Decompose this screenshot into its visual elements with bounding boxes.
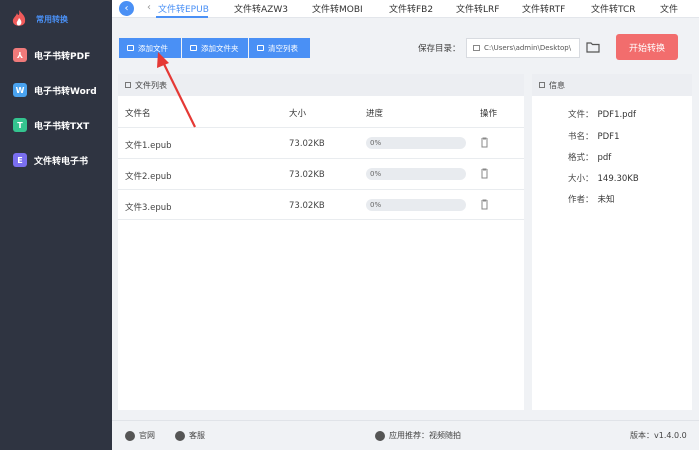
info-value: 149.30KB — [597, 174, 639, 184]
add-file-label: 添加文件 — [138, 43, 168, 53]
progress-bar: 0% — [366, 168, 466, 180]
file-list-header: 文件列表 — [118, 74, 524, 96]
trash-icon[interactable] — [480, 168, 489, 179]
file-list-title: 文件列表 — [135, 80, 167, 90]
info-panel: 信息 文件： PDF1.pdf 书名： PDF1 格式： pdf 大小： 149.30K… — [532, 74, 692, 410]
folder-small-icon — [473, 45, 480, 51]
sidebar-item-label: 电子书转TXT — [34, 121, 90, 132]
chat-icon — [175, 430, 185, 441]
recommend-icon — [375, 430, 385, 441]
pdf-icon: ⅄ — [13, 48, 27, 62]
website-label: 官网 — [139, 431, 155, 440]
sidebar-item-ebook-to-txt[interactable]: T 电子书转TXT — [0, 113, 112, 137]
column-header-action: 操作 — [480, 109, 498, 119]
table-row[interactable]: 文件3.epub 73.02KB 0% — [118, 189, 524, 220]
info-file: 文件： PDF1.pdf — [568, 108, 636, 120]
support-link[interactable]: 客服 — [175, 430, 205, 441]
active-tab-underline — [156, 16, 208, 18]
info-format: 格式： pdf — [568, 151, 611, 163]
info-title: 信息 — [549, 80, 565, 90]
file-size: 73.02KB — [289, 170, 325, 180]
column-header-name: 文件名 — [125, 109, 151, 119]
sidebar-item-label: 电子书转PDF — [34, 51, 91, 62]
flame-logo-icon — [12, 10, 26, 26]
save-directory-label: 保存目录： — [418, 44, 461, 54]
info-label: 大小： — [568, 174, 594, 184]
tab-file-to-mobi[interactable]: 文件转MOBI — [312, 2, 363, 15]
sidebar-item-ebook-to-pdf[interactable]: ⅄ 电子书转PDF — [0, 43, 112, 67]
file-size: 73.02KB — [289, 201, 325, 211]
file-name: 文件3.epub — [125, 203, 172, 213]
info-header: 信息 — [532, 74, 692, 96]
version-label: 版本：v1.4.0.0 — [630, 431, 687, 440]
add-folder-label: 添加文件夹 — [201, 43, 239, 53]
app-logo: 常用转换 — [8, 6, 68, 32]
progress-bar: 0% — [366, 137, 466, 149]
ebook-icon: E — [13, 153, 27, 167]
app-recommend-label: 应用推荐：视频随拍 — [389, 431, 461, 440]
version-text: 版本：v1.4.0.0 — [630, 430, 687, 441]
info-label: 书名： — [568, 132, 594, 142]
add-file-button[interactable]: 添加文件 — [119, 38, 181, 58]
table-row[interactable]: 文件2.epub 73.02KB 0% — [118, 158, 524, 189]
info-label: 作者： — [568, 195, 594, 205]
tab-file-to-fb2[interactable]: 文件转FB2 — [389, 2, 433, 15]
list-header-icon — [125, 82, 131, 88]
add-folder-button[interactable]: 添加文件夹 — [182, 38, 248, 58]
info-author: 作者： 未知 — [568, 193, 615, 205]
tab-file-to-lrf[interactable]: 文件转LRF — [456, 2, 499, 15]
txt-icon: T — [13, 118, 27, 132]
info-book-name: 书名： PDF1 — [568, 130, 619, 142]
sidebar-item-label: 文件转电子书 — [34, 156, 89, 167]
start-convert-button[interactable]: 开始转换 — [616, 34, 678, 60]
back-button[interactable]: ‹ — [119, 1, 134, 16]
sidebar-item-ebook-to-word[interactable]: W 电子书转Word — [0, 78, 112, 102]
table-row[interactable]: 文件1.epub 73.02KB 0% — [118, 127, 524, 158]
tab-file-to-epub[interactable]: 文件转EPUB — [158, 2, 209, 15]
save-path-value: C:\Users\admin\Desktop\ — [484, 44, 572, 52]
file-size: 73.02KB — [289, 139, 325, 149]
file-name: 文件2.epub — [125, 172, 172, 182]
folder-icon — [190, 45, 197, 51]
file-list-panel: 文件列表 文件名 大小 进度 操作 文件1.epub 73.02KB 0% 文件… — [118, 74, 524, 410]
column-header-size: 大小 — [289, 109, 307, 119]
tab-bar: ‹ ‹ 文件转EPUB 文件转AZW3 文件转MOBI 文件转FB2 文件转LR… — [112, 0, 699, 18]
sidebar-item-file-to-ebook[interactable]: E 文件转电子书 — [0, 148, 112, 172]
tab-file-to-azw3[interactable]: 文件转AZW3 — [234, 2, 288, 15]
sidebar: 常用转换 ⅄ 电子书转PDF W 电子书转Word T 电子书转TXT E 文件… — [0, 0, 112, 450]
info-value: PDF1 — [597, 132, 620, 142]
progress-bar: 0% — [366, 199, 466, 211]
info-value: pdf — [597, 153, 612, 163]
file-name: 文件1.epub — [125, 141, 172, 151]
info-value: PDF1.pdf — [597, 110, 636, 120]
info-size: 大小： 149.30KB — [568, 172, 639, 184]
sidebar-item-label: 电子书转Word — [34, 86, 97, 97]
open-folder-icon[interactable] — [586, 41, 600, 53]
sidebar-title: 常用转换 — [36, 14, 68, 24]
tab-scroll-left-icon[interactable]: ‹ — [147, 2, 151, 13]
info-header-icon — [539, 82, 545, 88]
app-recommend-link[interactable]: 应用推荐：视频随拍 — [375, 430, 461, 441]
tab-file-to-rtf[interactable]: 文件转RTF — [522, 2, 565, 15]
footer: 官网 客服 应用推荐：视频随拍 版本：v1.4.0.0 — [112, 420, 699, 450]
info-value: 未知 — [597, 195, 615, 205]
website-link[interactable]: 官网 — [125, 430, 155, 441]
column-header-progress: 进度 — [366, 109, 384, 119]
info-label: 文件： — [568, 110, 594, 120]
tab-file-to-tcr[interactable]: 文件转TCR — [591, 2, 636, 15]
tab-file-more[interactable]: 文件 — [660, 2, 678, 15]
list-icon — [257, 45, 264, 51]
info-label: 格式： — [568, 153, 594, 163]
save-path-field[interactable]: C:\Users\admin\Desktop\ — [466, 38, 580, 58]
chevron-left-icon: ‹ — [124, 3, 129, 14]
support-label: 客服 — [189, 431, 205, 440]
home-icon — [125, 430, 135, 441]
trash-icon[interactable] — [480, 199, 489, 210]
clear-list-label: 清空列表 — [268, 43, 298, 53]
trash-icon[interactable] — [480, 137, 489, 148]
clear-list-button[interactable]: 清空列表 — [249, 38, 310, 58]
file-icon — [127, 45, 134, 51]
word-icon: W — [13, 83, 27, 97]
